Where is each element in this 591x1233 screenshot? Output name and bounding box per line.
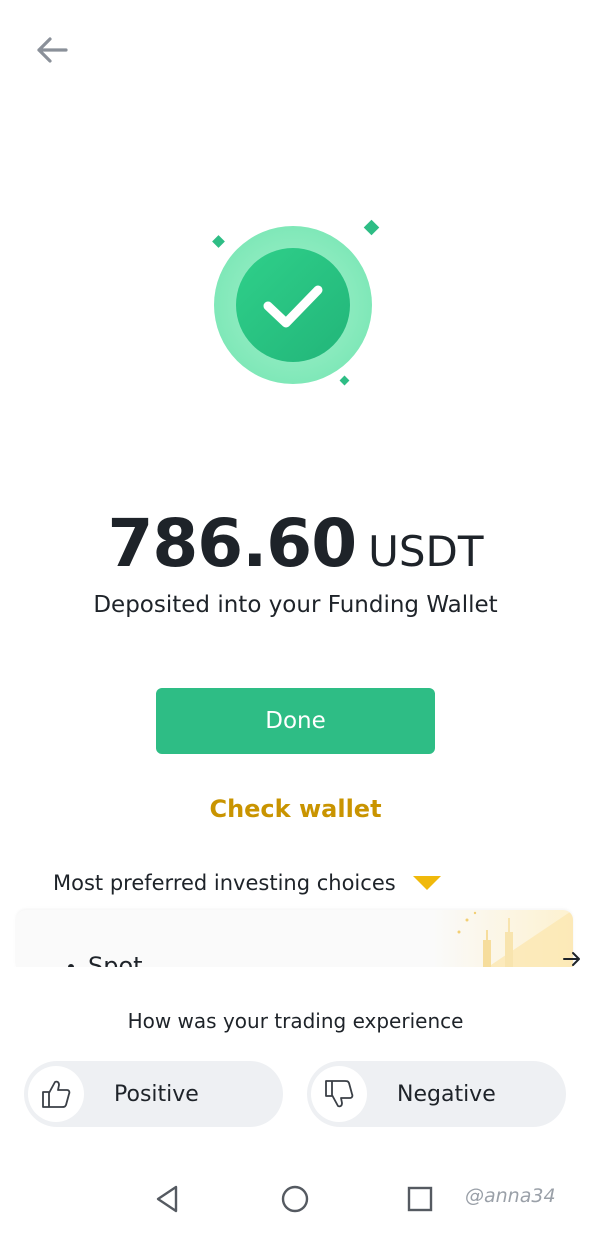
deposit-message: Deposited into your Funding Wallet bbox=[93, 592, 498, 618]
nav-home-icon[interactable] bbox=[277, 1181, 313, 1217]
triangle-down-icon bbox=[412, 876, 441, 890]
watermark-text: @anna34 bbox=[465, 1185, 556, 1207]
done-button[interactable]: Done bbox=[156, 688, 435, 754]
check-wallet-link[interactable]: Check wallet bbox=[0, 795, 591, 823]
nav-back-icon[interactable] bbox=[150, 1181, 186, 1217]
positive-feedback-button[interactable]: Positive bbox=[24, 1061, 283, 1127]
investing-choice-card[interactable]: Spot bbox=[16, 910, 573, 967]
arrow-left-icon bbox=[37, 37, 68, 63]
system-navigation-bar: @anna34 bbox=[0, 1165, 591, 1233]
amount-value: 786.60 bbox=[107, 505, 357, 582]
checkmark-success-icon bbox=[212, 219, 380, 386]
nav-recent-icon[interactable] bbox=[402, 1181, 438, 1217]
thumbs-down-icon bbox=[311, 1066, 367, 1122]
positive-label: Positive bbox=[114, 1081, 199, 1107]
thumbs-up-icon bbox=[28, 1066, 84, 1122]
arrow-right-icon bbox=[563, 952, 580, 966]
negative-feedback-button[interactable]: Negative bbox=[307, 1061, 566, 1127]
back-button[interactable] bbox=[30, 30, 74, 70]
deposit-amount: 786.60 USDT bbox=[0, 505, 591, 582]
amount-currency: USDT bbox=[368, 527, 484, 576]
feedback-question: How was your trading experience bbox=[127, 1009, 464, 1033]
deposit-success-screen: 786.60 USDT Deposited into your Funding … bbox=[0, 0, 591, 1233]
negative-label: Negative bbox=[397, 1081, 496, 1107]
preferences-header[interactable]: Most preferred investing choices bbox=[53, 867, 442, 899]
candlestick-decoration-icon bbox=[433, 910, 573, 967]
preferences-label: Most preferred investing choices bbox=[53, 871, 396, 895]
card-title: Spot bbox=[88, 952, 143, 967]
